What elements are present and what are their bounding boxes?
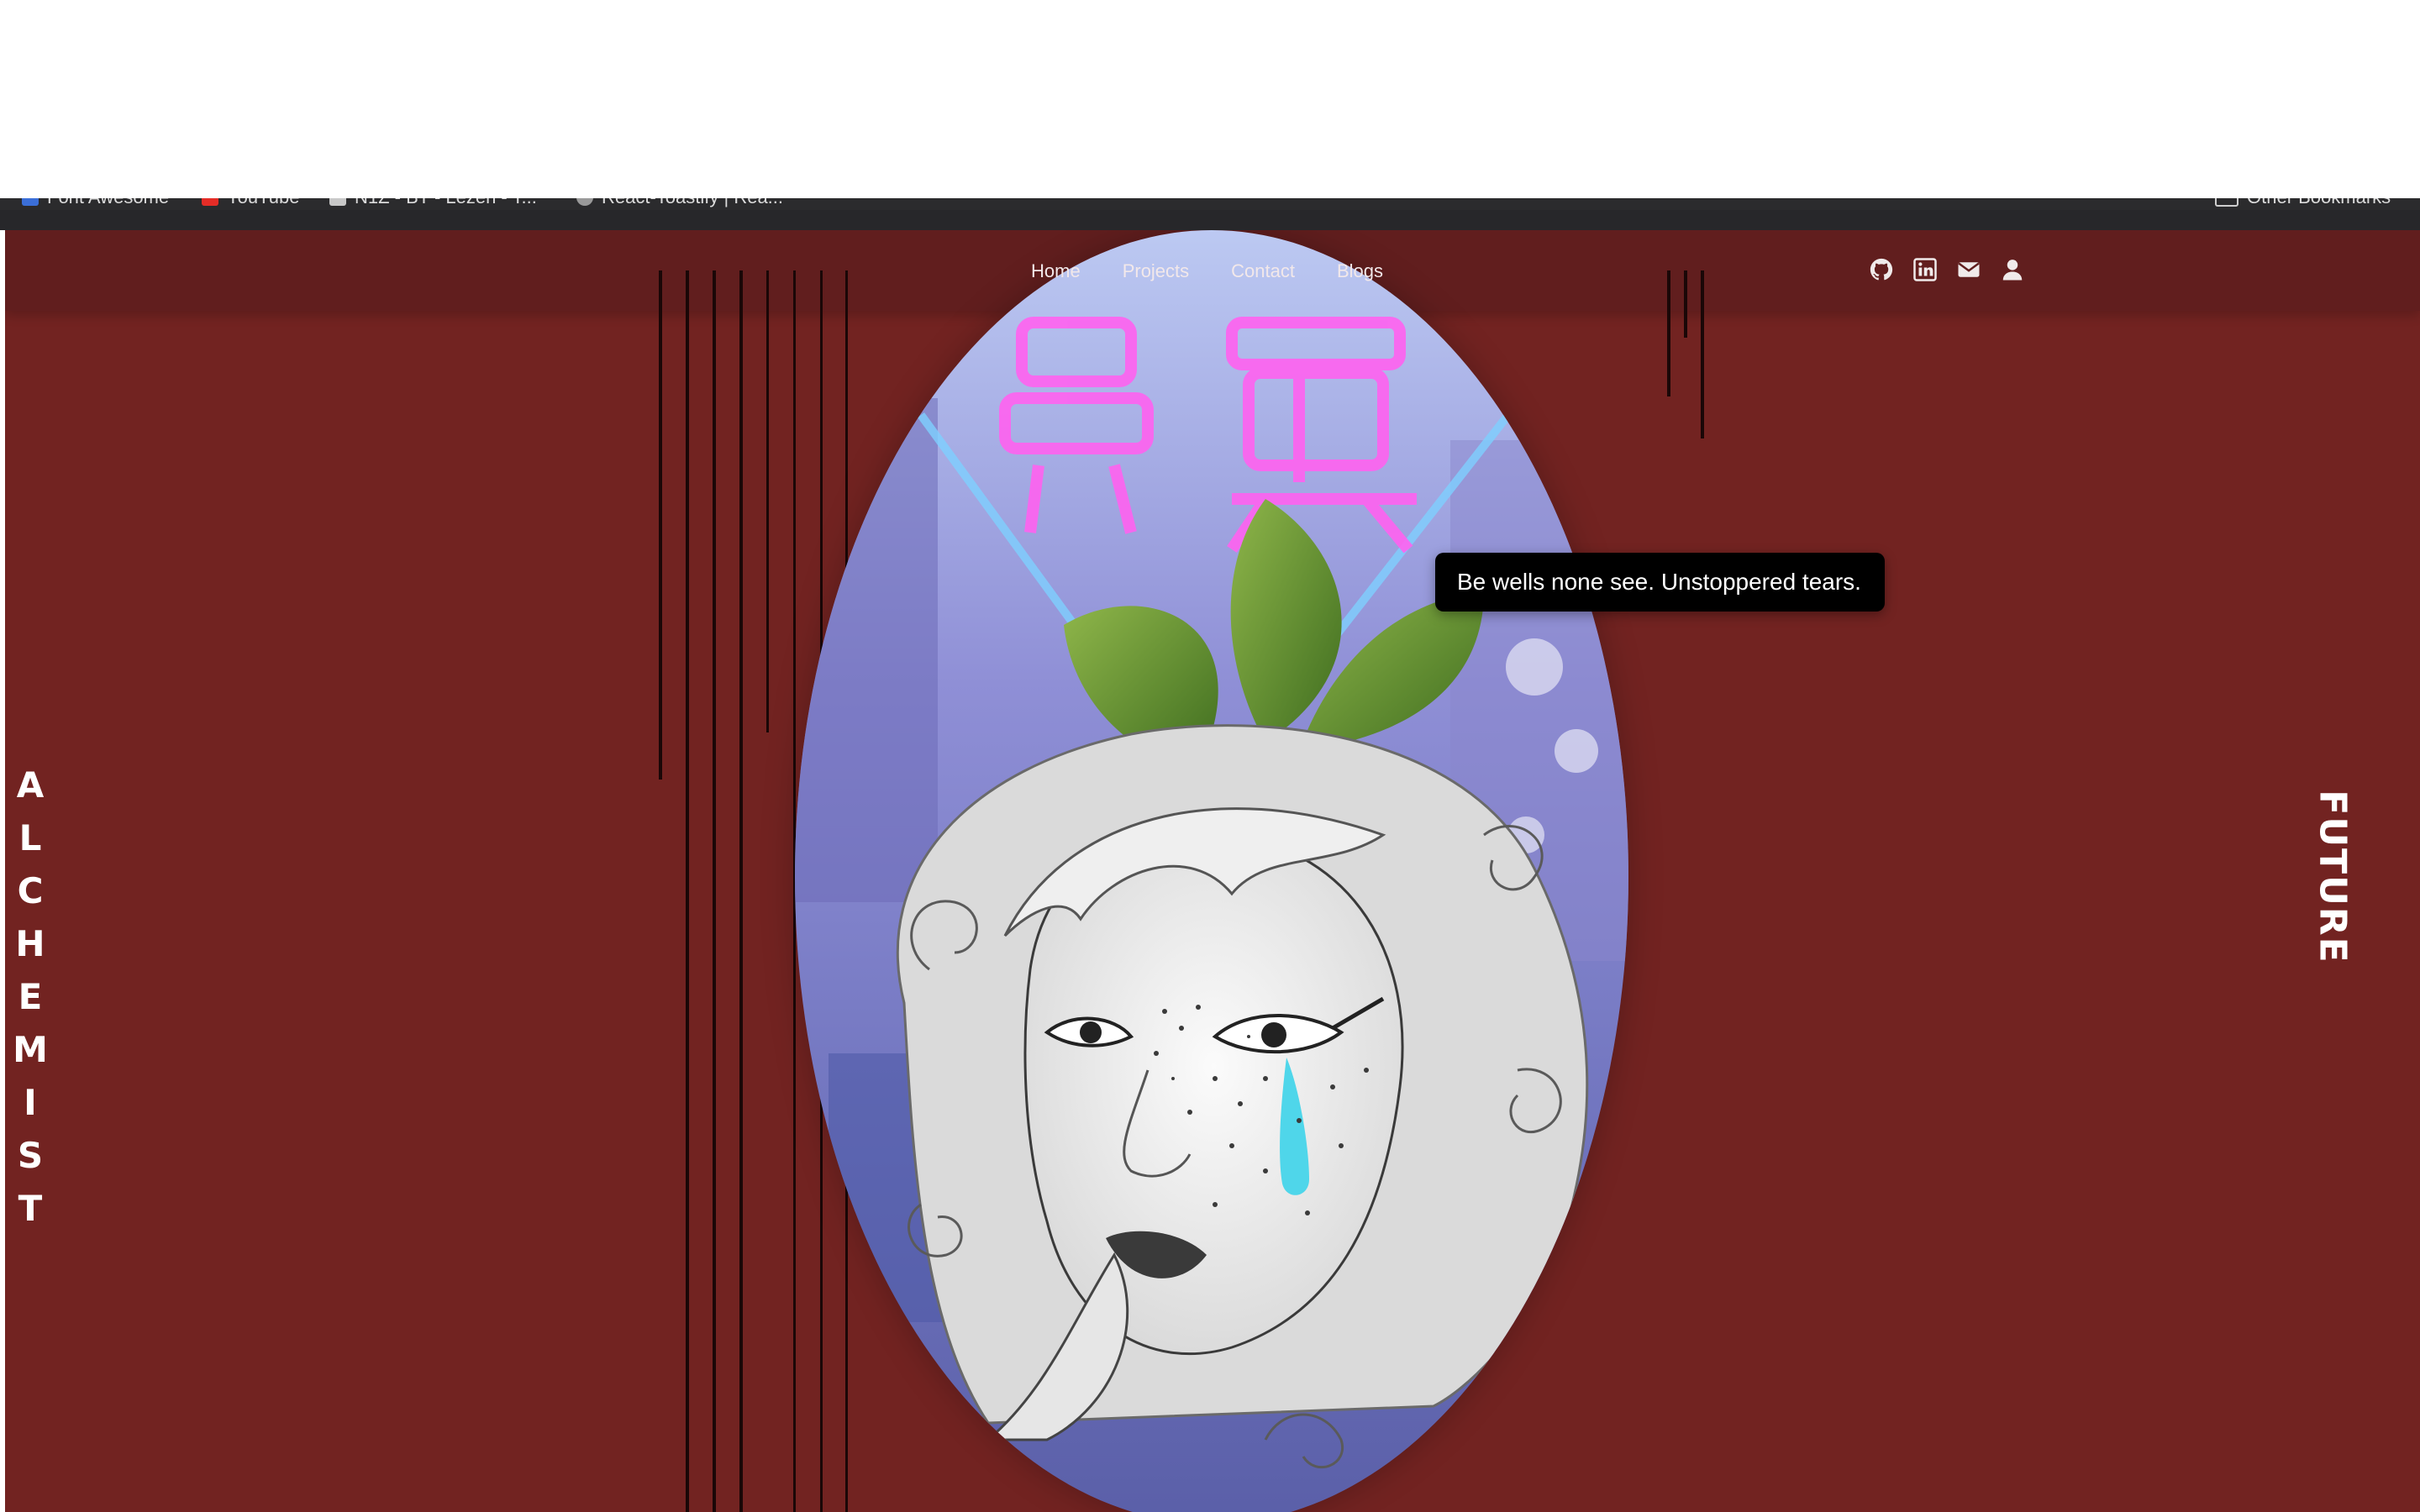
linkedin-icon[interactable] (1912, 257, 1938, 282)
nav-home[interactable]: Home (1031, 260, 1081, 282)
bookmark-label: React-Toastify | Rea... (602, 198, 783, 208)
browser-divider (0, 210, 2420, 230)
decorative-line (713, 270, 716, 1512)
bookmark-label: Font Awesome (47, 198, 169, 208)
other-bookmarks[interactable]: Other Bookmarks (2215, 198, 2391, 210)
other-bookmarks-label: Other Bookmarks (2247, 198, 2391, 208)
bookmarks-bar: Font Awesome YouTube N1Z - BT - Lezeh - … (0, 198, 2420, 210)
side-letter: S (17, 1135, 44, 1176)
decorative-line (766, 270, 769, 732)
user-icon[interactable] (2000, 257, 2025, 282)
decorative-line (1684, 270, 1687, 338)
decorative-line (739, 270, 743, 1512)
decorative-line (1701, 270, 1704, 438)
nav-blogs[interactable]: Blogs (1337, 260, 1383, 282)
side-letter: A (16, 764, 45, 806)
side-letter: T (18, 1188, 43, 1229)
youtube-icon (202, 198, 218, 206)
bookmark-label: N1Z - BT - Lezeh - T... (355, 198, 537, 208)
decorative-line (686, 270, 689, 1512)
illustration-svg (795, 230, 1628, 1512)
decorative-line (1667, 270, 1670, 396)
tooltip: Be wells none see. Unstoppered tears. (1435, 553, 1885, 612)
bookmark-font-awesome[interactable]: Font Awesome (22, 198, 169, 210)
github-icon[interactable] (1869, 257, 1894, 282)
side-word-future: FUTURE (2311, 790, 2354, 964)
nav-links: Home Projects Contact Blogs (1031, 260, 1383, 282)
nav-projects[interactable]: Projects (1123, 260, 1189, 282)
social-links (1869, 257, 2025, 282)
flag-icon (22, 198, 39, 206)
side-letter: I (24, 1082, 37, 1123)
side-letter: C (17, 870, 44, 911)
hero-artwork (795, 230, 1628, 1512)
nav-contact[interactable]: Contact (1231, 260, 1295, 282)
bookmark-label: YouTube (227, 198, 299, 208)
decorative-line (659, 270, 662, 780)
page-viewport: Home Projects Contact Blogs A L C H E M (5, 230, 2420, 1512)
bookmark-youtube[interactable]: YouTube (202, 198, 299, 210)
page-icon (329, 198, 346, 206)
github-icon (576, 198, 593, 206)
envelope-icon[interactable] (1956, 257, 1981, 282)
folder-icon (2215, 198, 2238, 207)
side-letter: E (18, 976, 43, 1017)
side-letter: H (15, 923, 45, 964)
side-word-right: FUTURE (2309, 790, 2356, 964)
side-letter: M (13, 1029, 48, 1070)
bookmark-n1z[interactable]: N1Z - BT - Lezeh - T... (329, 198, 537, 210)
bookmark-react-toastify[interactable]: React-Toastify | Rea... (576, 198, 783, 210)
side-word-left: A L C H E M I S T (13, 764, 48, 1229)
side-letter: L (18, 817, 42, 858)
